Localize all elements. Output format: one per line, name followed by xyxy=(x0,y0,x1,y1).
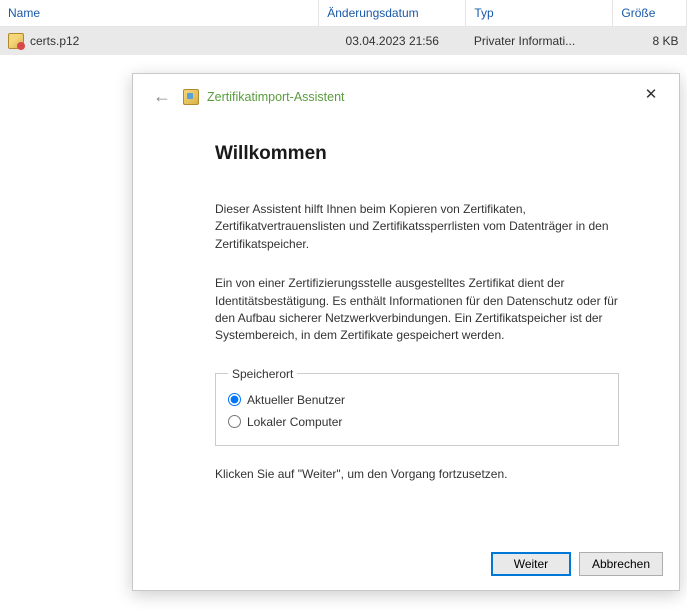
explain-paragraph: Ein von einer Zertifizierungsstelle ausg… xyxy=(215,275,619,345)
radio-current-user[interactable]: Aktueller Benutzer xyxy=(228,389,606,411)
radio-local-computer-label: Lokaler Computer xyxy=(247,415,342,429)
column-header-date[interactable]: Änderungsdatum xyxy=(319,0,466,27)
certificate-file-icon xyxy=(8,33,24,49)
dialog-header: ← Zertifikatimport-Assistent xyxy=(133,74,679,111)
file-date: 03.04.2023 21:56 xyxy=(319,27,466,56)
cancel-button[interactable]: Abbrechen xyxy=(579,552,663,576)
column-header-type[interactable]: Typ xyxy=(466,0,613,27)
dialog-heading: Willkommen xyxy=(215,143,619,165)
column-header-size[interactable]: Größe xyxy=(613,0,687,27)
storage-location-legend: Speicherort xyxy=(228,367,297,381)
file-size: 8 KB xyxy=(613,27,687,56)
intro-paragraph: Dieser Assistent hilft Ihnen beim Kopier… xyxy=(215,201,619,253)
file-list-table: Name Änderungsdatum Typ Größe certs.p12 … xyxy=(0,0,687,55)
file-type: Privater Informati... xyxy=(466,27,613,56)
certificate-import-wizard-dialog: ✕ ← Zertifikatimport-Assistent Willkomme… xyxy=(132,73,680,591)
file-name: certs.p12 xyxy=(30,34,79,48)
radio-current-user-input[interactable] xyxy=(228,393,241,406)
radio-local-computer-input[interactable] xyxy=(228,415,241,428)
close-icon: ✕ xyxy=(645,85,658,103)
radio-local-computer[interactable]: Lokaler Computer xyxy=(228,411,606,433)
continue-hint: Klicken Sie auf "Weiter", um den Vorgang… xyxy=(215,466,619,483)
back-arrow-icon: ← xyxy=(149,86,175,107)
radio-current-user-label: Aktueller Benutzer xyxy=(247,393,345,407)
dialog-title: Zertifikatimport-Assistent xyxy=(207,90,345,104)
next-button[interactable]: Weiter xyxy=(491,552,571,576)
close-button[interactable]: ✕ xyxy=(631,80,671,108)
dialog-body: Willkommen Dieser Assistent hilft Ihnen … xyxy=(133,111,679,542)
file-row[interactable]: certs.p12 03.04.2023 21:56 Privater Info… xyxy=(0,27,687,56)
storage-location-fieldset: Speicherort Aktueller Benutzer Lokaler C… xyxy=(215,367,619,446)
column-header-name[interactable]: Name xyxy=(0,0,319,27)
wizard-icon xyxy=(183,89,199,105)
dialog-footer: Weiter Abbrechen xyxy=(133,542,679,590)
